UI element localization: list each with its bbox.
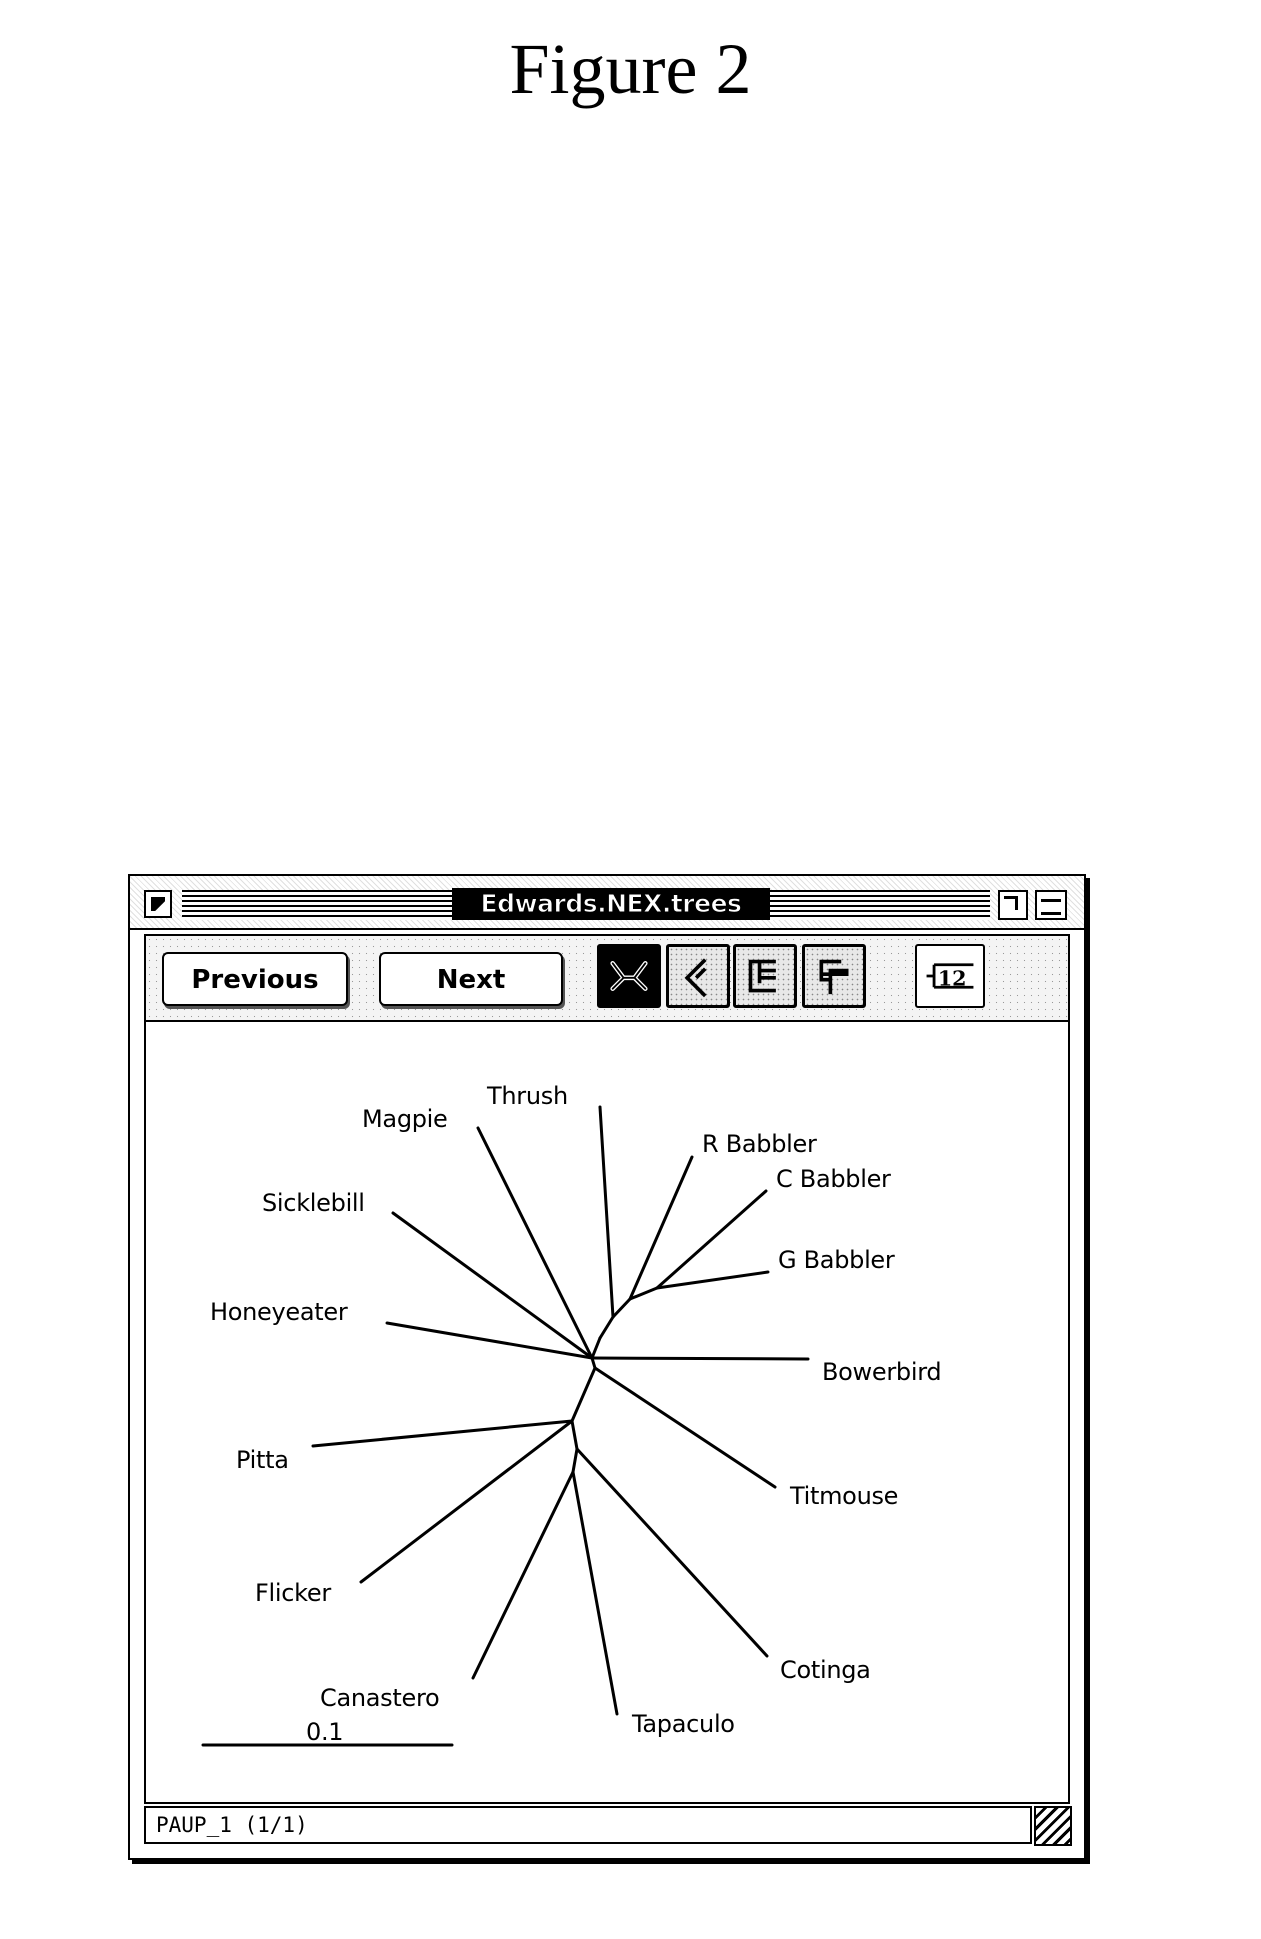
taxon-label: Thrush — [487, 1082, 568, 1110]
tree-svg — [201, 1105, 810, 1747]
slanted-tree-icon — [684, 958, 707, 998]
taxon-label: Tapaculo — [632, 1710, 735, 1738]
scale-bar-label: 0.1 — [306, 1718, 344, 1746]
taxon-label: R Babbler — [702, 1130, 817, 1158]
title-stripes-left — [182, 890, 452, 920]
taxon-label: Magpie — [362, 1105, 448, 1133]
title-bar[interactable]: Edwards.NEX.trees — [130, 876, 1084, 930]
taxon-label: Sicklebill — [262, 1189, 365, 1217]
branch-canastero — [471, 1470, 575, 1680]
collapse-box-icon[interactable] — [1035, 890, 1067, 920]
tree-canvas: Thrush Magpie Sicklebill Honeyeater R Babble… — [144, 1020, 1070, 1804]
title-stripes-right — [770, 890, 990, 920]
tree-window: Edwards.NEX.trees Previous Next 12 Thrus… — [128, 874, 1086, 1860]
status-bar: PAUP_1 (1/1) — [144, 1806, 1032, 1844]
taxon-label: Cotinga — [780, 1656, 871, 1684]
branch-cotinga — [575, 1447, 769, 1658]
internal-branch — [571, 1447, 579, 1474]
branch-pitta — [311, 1419, 574, 1448]
close-box-icon[interactable] — [144, 890, 172, 918]
taxon-label: Bowerbird — [822, 1358, 942, 1386]
previous-button[interactable]: Previous — [162, 952, 348, 1006]
phylogram-tree-icon — [748, 959, 776, 993]
slanted-view-button[interactable] — [666, 944, 730, 1008]
branch-thrush — [598, 1105, 615, 1319]
node-label-button[interactable]: 12 — [915, 944, 985, 1008]
zoom-box-icon[interactable] — [998, 890, 1028, 920]
internal-branch — [598, 1315, 615, 1340]
cladogram-tree-icon — [819, 959, 849, 995]
branch-bowerbird — [590, 1356, 810, 1361]
resize-grip-icon[interactable] — [1034, 1806, 1072, 1846]
radial-tree-icon — [610, 961, 648, 991]
branch-titmouse — [593, 1366, 777, 1489]
node-label-text: 12 — [938, 966, 967, 990]
toolbar: Previous Next 12 — [144, 934, 1070, 1022]
internal-branch — [570, 1366, 597, 1423]
branch-honeyeater — [385, 1321, 594, 1360]
branch-r-babbler — [628, 1155, 694, 1301]
taxon-label: Pitta — [236, 1446, 289, 1474]
cladogram-view-button[interactable] — [802, 944, 866, 1008]
taxon-label: C Babbler — [776, 1165, 891, 1193]
internal-branch — [590, 1336, 602, 1360]
internal-branch — [611, 1297, 632, 1319]
branch-tapaculo — [571, 1470, 619, 1716]
window-title: Edwards.NEX.trees — [452, 888, 770, 920]
node-label-icon: 12 — [926, 963, 974, 990]
taxon-label: Titmouse — [790, 1482, 899, 1510]
taxon-label: Honeyeater — [210, 1298, 348, 1326]
internal-branch — [570, 1419, 579, 1451]
branch-flicker — [359, 1419, 574, 1584]
taxon-label: Canastero — [320, 1684, 440, 1712]
phylogram-view-button[interactable] — [733, 944, 797, 1008]
branch-sicklebill — [391, 1211, 594, 1360]
figure-title: Figure 2 — [509, 29, 752, 109]
next-button[interactable]: Next — [379, 952, 563, 1006]
taxon-label: Flicker — [255, 1579, 331, 1607]
taxon-label: G Babbler — [778, 1246, 895, 1274]
branch-magpie — [476, 1126, 594, 1360]
radial-view-button[interactable] — [597, 944, 661, 1008]
